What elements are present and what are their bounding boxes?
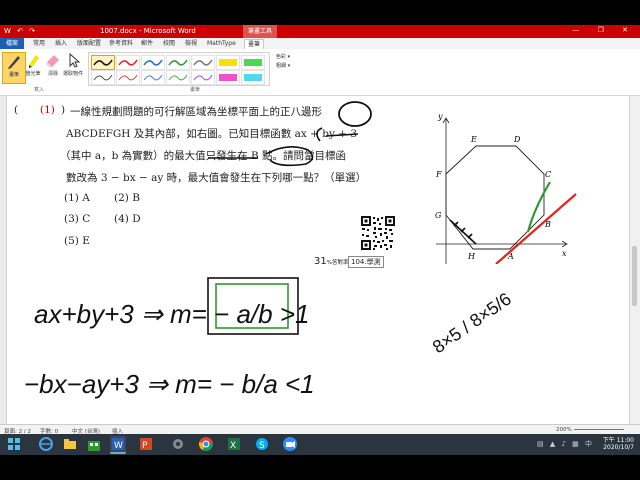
title-bar: W ↶ ↷ 1007.docx - Microsoft Word 筆畫工具 — …	[0, 25, 640, 38]
eraser-icon	[44, 52, 62, 68]
pen-style-purple[interactable]	[191, 70, 215, 85]
clock-date: 2020/10/7	[603, 444, 634, 451]
window-title: 1007.docx - Microsoft Word	[100, 27, 196, 35]
pen-style-blue[interactable]	[141, 55, 165, 70]
word-taskbar-icon[interactable]: W	[110, 436, 126, 454]
pen-style-green-highlight[interactable]	[241, 55, 265, 70]
tab-mathtype[interactable]: MathType	[204, 39, 239, 48]
handwriting-angles: 8×5 / 8×5/6	[429, 289, 515, 358]
color-dropdown[interactable]: 色彩 ▾	[276, 53, 290, 62]
handwriting-line-2: −bx−ay+3 ⇒ m= − b/a <1	[24, 369, 315, 399]
eraser-button[interactable]: 清除	[42, 52, 64, 82]
ink-underline-function	[316, 127, 359, 142]
highlighter-icon	[24, 52, 42, 68]
window-controls[interactable]: — ❐ ✕	[572, 26, 636, 34]
excel-icon[interactable]: X	[226, 436, 242, 452]
ink-circle-octagon	[338, 101, 372, 127]
group-label-write: 寫入	[34, 87, 45, 93]
chrome-icon[interactable]	[198, 436, 214, 452]
ink-circle-b	[265, 146, 314, 167]
pen-label: 畫筆	[8, 72, 19, 78]
pen-style-magenta-highlight[interactable]	[216, 70, 240, 85]
eraser-label: 清除	[47, 71, 58, 77]
pen-style-cyan-highlight[interactable]	[241, 70, 265, 85]
document-area[interactable]: ( (1) ) 一線性規劃問題的可行解區域為坐標平面上的正八邊形 ABCDEFG…	[0, 96, 630, 424]
select-objects-button[interactable]: 選取物件	[62, 52, 84, 82]
word-window: W ↶ ↷ 1007.docx - Microsoft Word 筆畫工具 — …	[0, 25, 640, 455]
ribbon-body: 畫筆 螢光筆 清除 選取物件 色彩 ▾ 粗細 ▾ 寫入 畫筆	[0, 49, 640, 96]
clock-time: 下午 11:00	[602, 437, 634, 444]
start-icon[interactable]	[6, 436, 22, 452]
ribbon-tabs: 檔案 常用 插入 版面配置 參考資料 郵件 校閱 檢視 MathType 畫筆	[0, 38, 640, 49]
system-tray-icons[interactable]: ▤ ▲ ♪ ▦ 中	[537, 439, 594, 449]
svg-text:P: P	[142, 441, 148, 451]
tab-file[interactable]: 檔案	[0, 38, 24, 49]
pen-icon	[5, 53, 23, 69]
zoom-app-icon[interactable]	[282, 436, 298, 452]
thickness-dropdown[interactable]: 粗細 ▾	[276, 62, 290, 71]
pen-style-red[interactable]	[116, 55, 140, 70]
taskbar: W P X S ▤ ▲ ♪ ▦ 中 下午 11:00 2020/10/7	[0, 434, 640, 455]
zoom-level[interactable]: 200%	[556, 427, 572, 433]
document-page[interactable]: ( (1) ) 一線性規劃問題的可行解區域為坐標平面上的正八邊形 ABCDEFG…	[8, 96, 628, 424]
pen-style-green-thin[interactable]	[166, 70, 190, 85]
ie-icon[interactable]	[38, 436, 54, 452]
skype-icon[interactable]: S	[254, 436, 270, 452]
pen-style-black[interactable]	[91, 55, 115, 70]
pen-style-black-thin[interactable]	[91, 70, 115, 85]
pen-options: 色彩 ▾ 粗細 ▾	[276, 53, 290, 71]
pen-style-red-thin[interactable]	[116, 70, 140, 85]
pen-style-green[interactable]	[166, 55, 190, 70]
tab-review[interactable]: 校閱	[160, 39, 178, 48]
tab-home[interactable]: 常用	[30, 39, 48, 48]
tab-insert[interactable]: 插入	[52, 39, 70, 48]
system-clock[interactable]: 下午 11:00 2020/10/7	[603, 437, 634, 451]
vertical-scrollbar[interactable]	[629, 96, 640, 424]
zoom-slider[interactable]	[574, 429, 624, 430]
cursor-icon	[64, 52, 82, 68]
svg-text:W: W	[114, 441, 123, 451]
quick-access-toolbar[interactable]: W ↶ ↷	[4, 27, 37, 35]
tools-icon[interactable]	[170, 436, 186, 452]
tab-mailings[interactable]: 郵件	[138, 39, 156, 48]
context-tab-ink-tools: 筆畫工具	[243, 25, 278, 38]
svg-text:S: S	[259, 441, 265, 451]
folder-icon[interactable]	[62, 436, 78, 452]
vertical-ruler	[0, 96, 7, 424]
highlighter-button[interactable]: 螢光筆	[22, 52, 44, 82]
tab-pens[interactable]: 畫筆	[244, 39, 265, 49]
powerpoint-icon[interactable]: P	[138, 436, 154, 452]
highlighter-label: 螢光筆	[25, 71, 41, 77]
tab-layout[interactable]: 版面配置	[74, 39, 104, 48]
group-label-pens: 畫筆	[190, 87, 201, 93]
pen-style-blue-thin[interactable]	[141, 70, 165, 85]
ink-annotation-layer: ax+by+3 ⇒ m= − a/b >1 −bx−ay+3 ⇒ m= − b/…	[24, 101, 515, 399]
tab-view[interactable]: 檢視	[182, 39, 200, 48]
svg-text:X: X	[230, 441, 236, 451]
pen-style-gray[interactable]	[191, 55, 215, 70]
select-objects-label: 選取物件	[62, 71, 83, 77]
tab-references[interactable]: 參考資料	[106, 39, 136, 48]
scrollbar-thumb[interactable]	[632, 246, 637, 306]
pen-style-gallery	[88, 52, 270, 86]
store-icon[interactable]	[86, 436, 102, 452]
handwriting-line-1: ax+by+3 ⇒ m= − a/b >1	[34, 299, 309, 329]
pen-style-yellow-highlight[interactable]	[216, 55, 240, 70]
